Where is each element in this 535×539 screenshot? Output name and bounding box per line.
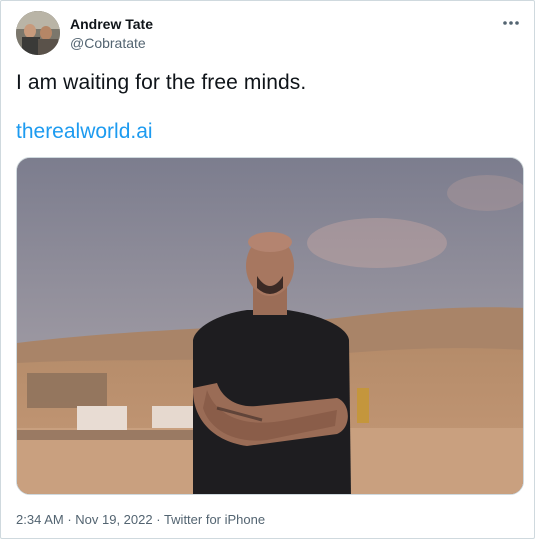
more-horizontal-icon — [503, 21, 519, 25]
avatar-image — [16, 11, 60, 55]
author-name[interactable]: Andrew Tate — [70, 16, 153, 32]
author-handle[interactable]: @Cobratate — [70, 35, 146, 51]
tweet-source[interactable]: Twitter for iPhone — [164, 512, 265, 527]
photo-man-desert-icon — [17, 158, 523, 494]
tweet-time[interactable]: 2:34 AM — [16, 512, 64, 527]
author-avatar[interactable] — [16, 11, 60, 55]
tweet-date[interactable]: Nov 19, 2022 — [75, 512, 152, 527]
more-options-button[interactable] — [500, 13, 522, 33]
tweet-card: Andrew Tate @Cobratate I am waiting for … — [0, 0, 535, 539]
tweet-metadata: 2:34 AM · Nov 19, 2022 · Twitter for iPh… — [16, 512, 265, 527]
meta-separator: · — [152, 512, 164, 527]
meta-separator: · — [63, 512, 76, 527]
tweet-text: I am waiting for the free minds. — [16, 71, 307, 94]
tweet-photo[interactable] — [16, 157, 524, 495]
tweet-link[interactable]: therealworld.ai — [16, 120, 153, 144]
